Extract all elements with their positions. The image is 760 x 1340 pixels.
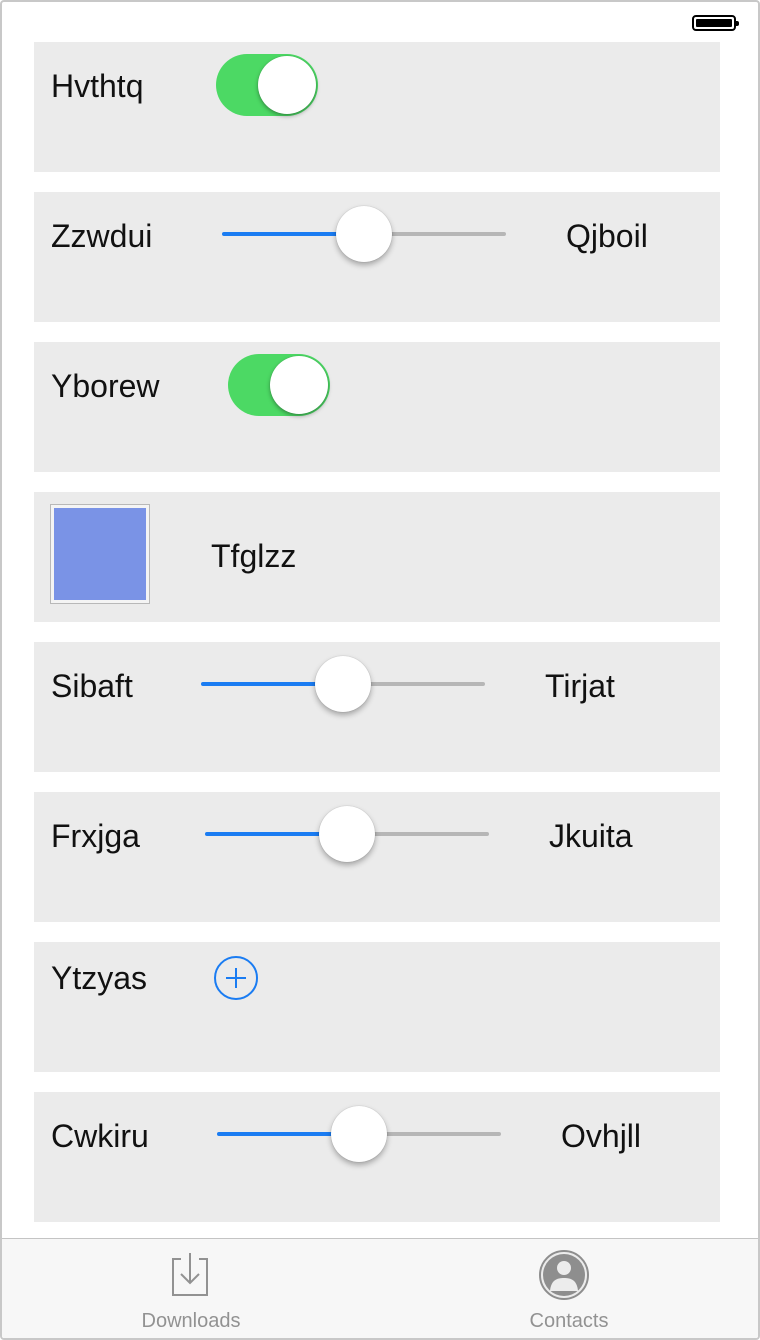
list-item-frxjga: Frxjga Jkuita	[34, 792, 720, 922]
battery-full-icon	[692, 15, 739, 31]
slider-value-label: Jkuita	[549, 818, 633, 854]
row-label: Cwkiru	[51, 1118, 149, 1154]
color-swatch-fill	[54, 508, 146, 600]
list-item-zzwdui: Zzwdui Qjboil	[34, 192, 720, 322]
slider-thumb[interactable]	[319, 806, 375, 862]
row-label: Yborew	[51, 368, 160, 404]
slider-thumb[interactable]	[331, 1106, 387, 1162]
person-circle-icon	[538, 1249, 590, 1301]
app-screen: Hvthtq Zzwdui Qjboil Yborew Tfglzz Sibaf…	[0, 0, 760, 1340]
status-bar	[2, 2, 758, 42]
list-item-cwkiru: Cwkiru Ovhjll	[34, 1092, 720, 1222]
list-item-hvthtq: Hvthtq	[34, 42, 720, 172]
tab-bar: Downloads Contacts	[2, 1238, 758, 1338]
tab-contacts[interactable]: Contacts	[380, 1239, 758, 1338]
list-item-tfglzz: Tfglzz	[34, 492, 720, 622]
toggle-knob	[258, 56, 316, 114]
slider-value-label: Ovhjll	[561, 1118, 642, 1154]
color-swatch[interactable]	[50, 504, 150, 604]
row-label: Zzwdui	[51, 218, 153, 254]
tab-downloads[interactable]: Downloads	[2, 1239, 380, 1338]
row-label: Ytzyas	[51, 960, 148, 996]
slider-thumb[interactable]	[315, 656, 371, 712]
list-item-sibaft: Sibaft Tirjat	[34, 642, 720, 772]
list-item-ytzyas: Ytzyas	[34, 942, 720, 1072]
row-label: Hvthtq	[51, 68, 144, 104]
toggle-knob	[270, 356, 328, 414]
frxjga-slider[interactable]	[205, 804, 489, 864]
sibaft-slider[interactable]	[201, 654, 485, 714]
tab-label: Contacts	[529, 1310, 609, 1332]
yborew-toggle[interactable]	[228, 354, 330, 416]
slider-value-label: Qjboil	[566, 218, 648, 254]
hvthtq-toggle[interactable]	[216, 54, 318, 116]
row-label: Sibaft	[51, 668, 133, 704]
zzwdui-slider[interactable]	[222, 204, 506, 264]
tab-label: Downloads	[141, 1310, 241, 1332]
download-tray-icon	[164, 1249, 216, 1301]
cwkiru-slider[interactable]	[217, 1104, 501, 1164]
list-item-yborew: Yborew	[34, 342, 720, 472]
row-label: Frxjga	[51, 818, 140, 854]
slider-value-label: Tirjat	[545, 668, 615, 704]
slider-thumb[interactable]	[336, 206, 392, 262]
plus-circle-icon[interactable]	[214, 956, 258, 1000]
row-label: Tfglzz	[211, 538, 297, 574]
